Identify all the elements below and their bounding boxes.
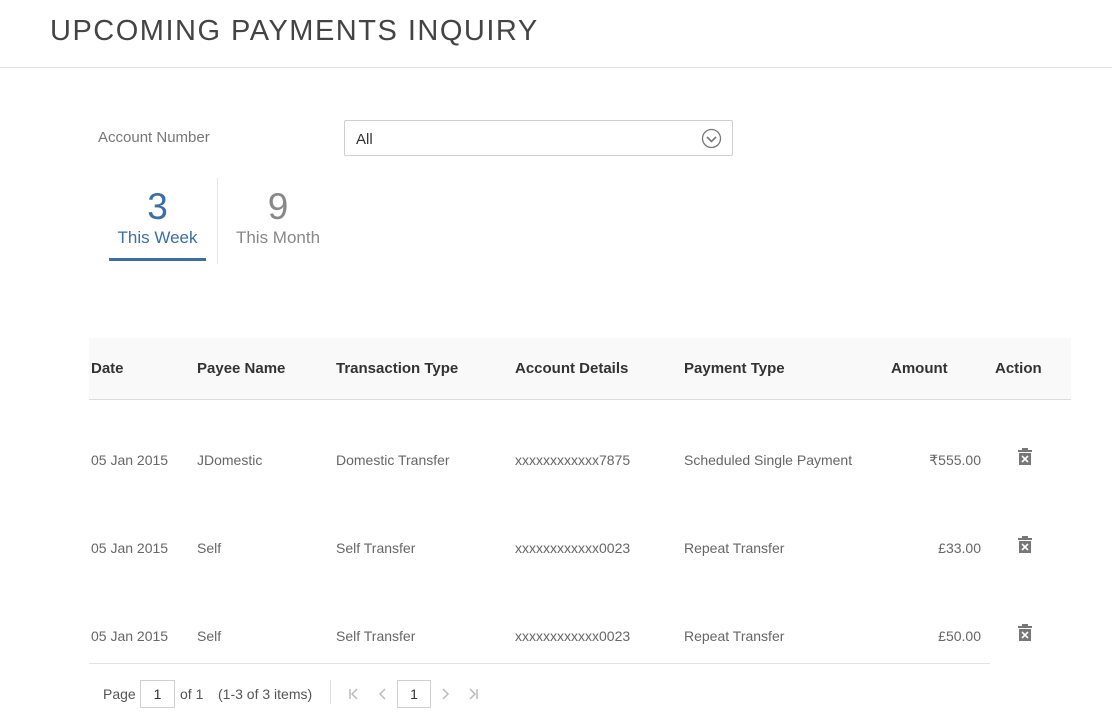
cell-transaction-type: Self Transfer (336, 540, 416, 556)
account-number-select[interactable]: All (344, 120, 733, 156)
cell-account: xxxxxxxxxxxx0023 (515, 540, 631, 556)
cell-date: 05 Jan 2015 (91, 628, 169, 644)
page-header: UPCOMING PAYMENTS INQUIRY (0, 0, 1112, 68)
account-number-label: Account Number (98, 129, 210, 146)
prev-page-icon[interactable] (377, 688, 389, 700)
cell-amount: ₹555.00 (929, 452, 981, 468)
cell-account: xxxxxxxxxxxx7875 (515, 452, 631, 468)
header-transaction-type[interactable]: Transaction Type (336, 360, 458, 377)
this-week-label: This Week (117, 228, 198, 247)
items-count-label: (1-3 of 3 items) (218, 686, 313, 702)
delete-icon[interactable] (1017, 624, 1033, 642)
pager-divider (330, 680, 331, 704)
this-month-label: This Month (235, 228, 321, 247)
header-action: Action (995, 360, 1042, 377)
cell-amount: £50.00 (938, 628, 981, 644)
cell-amount: £33.00 (938, 540, 981, 556)
table-row: 05 Jan 2015 JDomestic Domestic Transfer … (89, 400, 1071, 488)
header-payment-type[interactable]: Payment Type (684, 360, 785, 377)
this-week-count: 3 (147, 186, 168, 227)
cell-payee: JDomestic (197, 452, 263, 468)
cell-payee: Self (197, 628, 222, 644)
tab-this-week[interactable]: 3 This Week (109, 178, 206, 264)
page-label: Page (103, 686, 136, 702)
page-total-label: of 1 (180, 686, 204, 702)
delete-icon[interactable] (1017, 448, 1033, 466)
header-amount[interactable]: Amount (891, 360, 948, 377)
cell-payment-type: Repeat Transfer (684, 628, 785, 644)
tab-this-month[interactable]: 9 This Month (225, 178, 331, 264)
upcoming-payments-page: UPCOMING PAYMENTS INQUIRY Account Number… (0, 0, 1112, 728)
last-page-icon[interactable] (467, 688, 479, 700)
cell-account: xxxxxxxxxxxx0023 (515, 628, 631, 644)
payments-table: Date Payee Name Transaction Type Account… (89, 338, 1071, 664)
table-header: Date Payee Name Transaction Type Account… (89, 338, 1071, 400)
first-page-icon[interactable] (348, 688, 360, 700)
table-row: 05 Jan 2015 Self Self Transfer xxxxxxxxx… (89, 488, 1071, 576)
this-month-count: 9 (267, 186, 289, 227)
period-tabs: 3 This Week 9 This Month (109, 178, 349, 264)
active-tab-indicator (109, 258, 206, 261)
chevron-down-icon (701, 128, 722, 149)
cell-transaction-type: Domestic Transfer (336, 452, 450, 468)
pagination: Page of 1 (1-3 of 3 items) 1 (0, 680, 1112, 708)
current-page-button[interactable]: 1 (397, 680, 431, 708)
header-date[interactable]: Date (91, 360, 124, 377)
account-select-value: All (356, 131, 373, 148)
page-title: UPCOMING PAYMENTS INQUIRY (50, 15, 539, 47)
table-row: 05 Jan 2015 Self Self Transfer xxxxxxxxx… (89, 576, 1032, 664)
delete-icon[interactable] (1017, 536, 1033, 554)
cell-payment-type: Scheduled Single Payment (684, 452, 853, 468)
header-payee-name[interactable]: Payee Name (197, 360, 285, 377)
cell-date: 05 Jan 2015 (91, 540, 169, 556)
cell-payment-type: Repeat Transfer (684, 540, 785, 556)
page-number-input[interactable] (140, 680, 175, 708)
cell-payee: Self (197, 540, 222, 556)
next-page-icon[interactable] (439, 688, 451, 700)
header-account-details[interactable]: Account Details (515, 360, 628, 377)
tab-divider (217, 178, 218, 264)
cell-transaction-type: Self Transfer (336, 628, 416, 644)
cell-date: 05 Jan 2015 (91, 452, 169, 468)
